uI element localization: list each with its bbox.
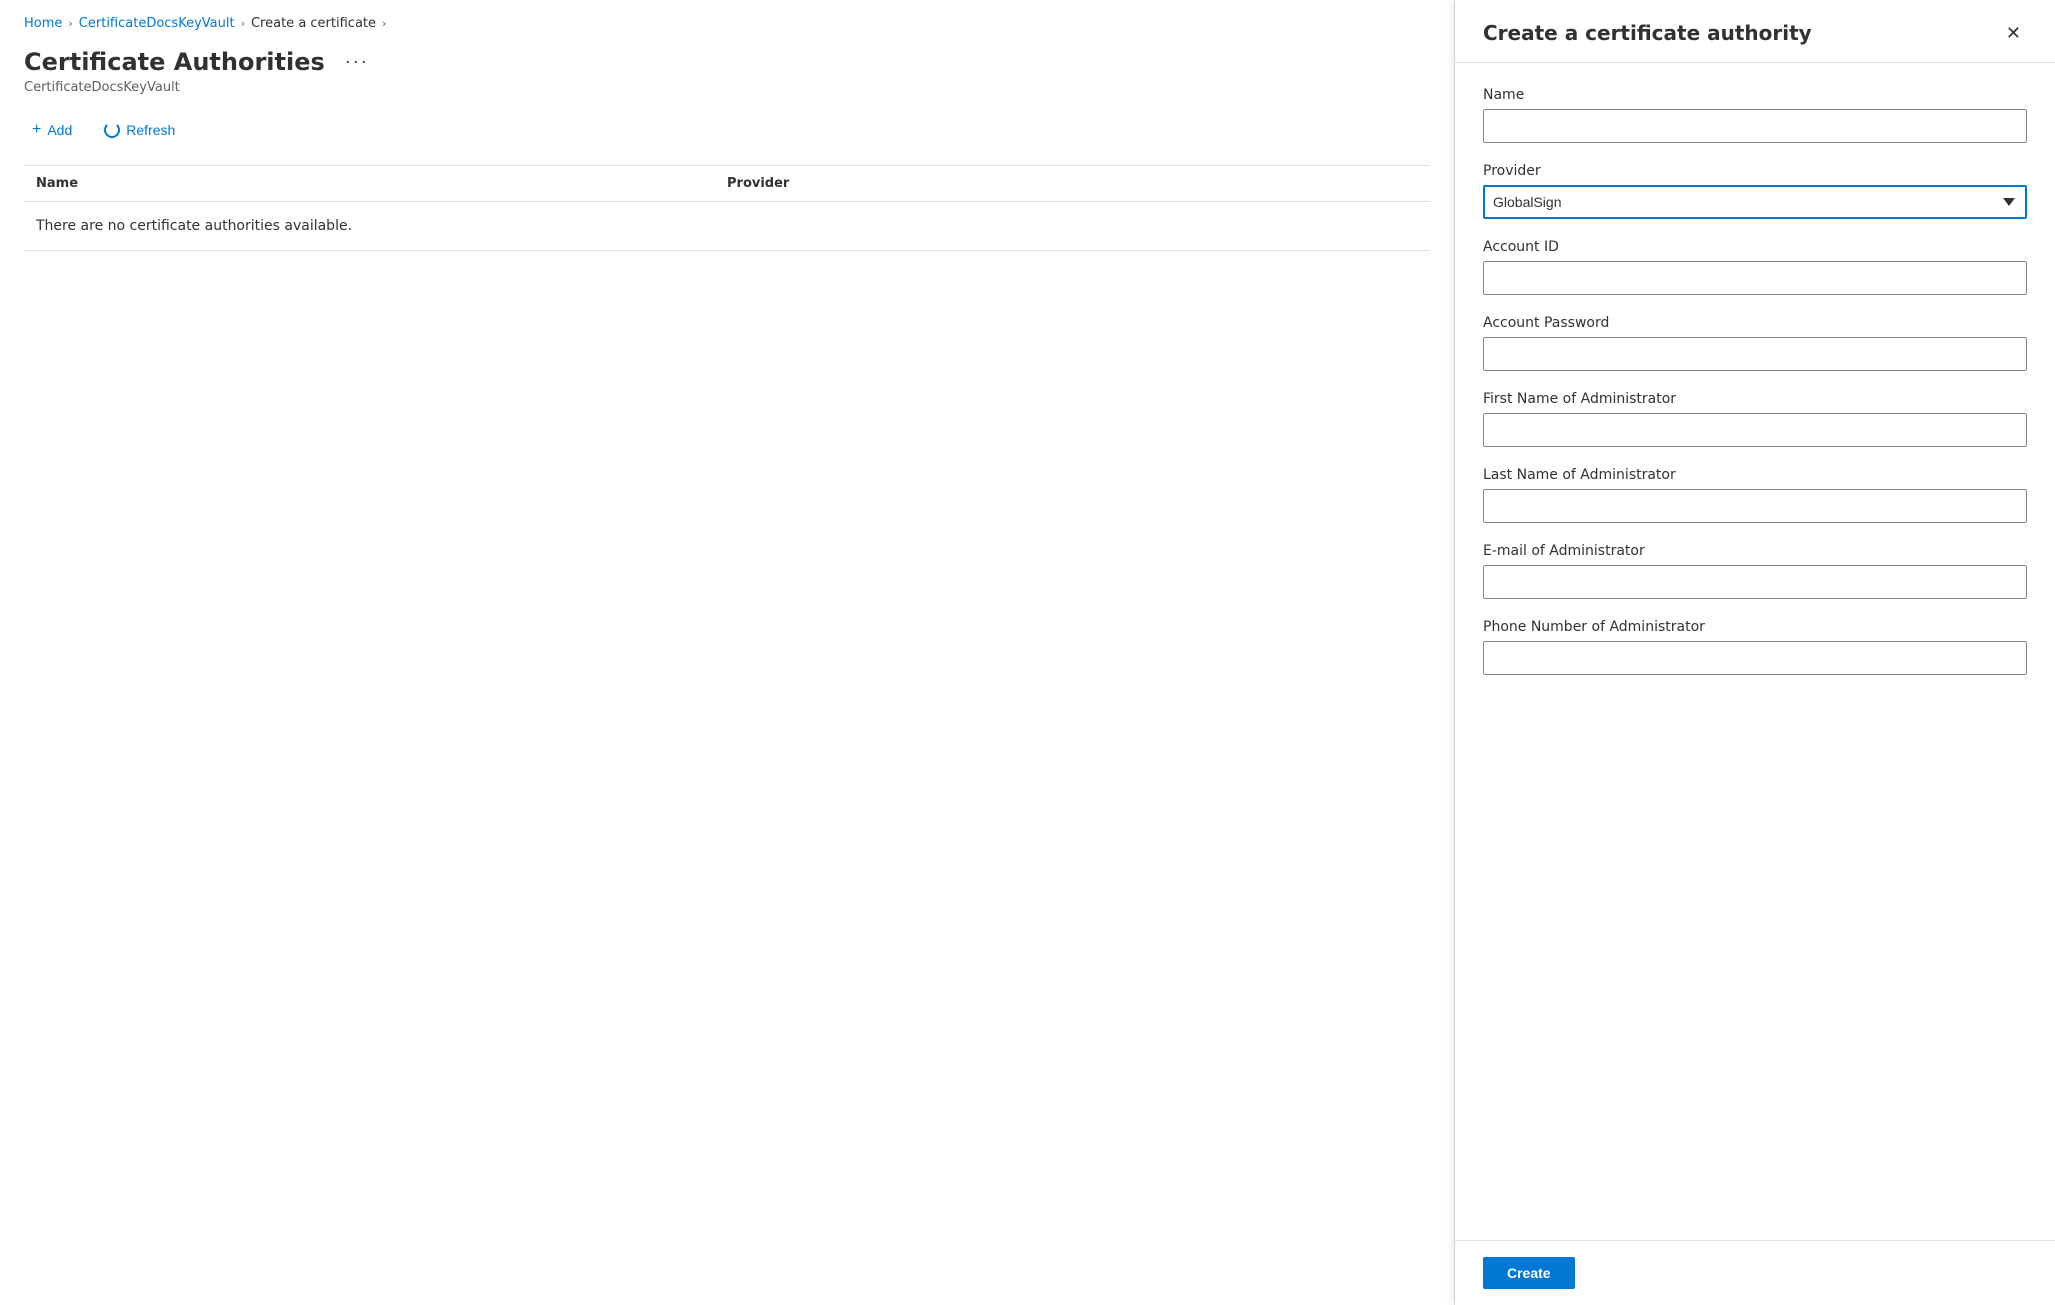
more-options-button[interactable]: ···: [337, 47, 377, 76]
account-password-label: Account Password: [1483, 315, 2027, 331]
name-input[interactable]: [1483, 109, 2027, 143]
add-label: Add: [47, 122, 72, 138]
table-empty-message: There are no certificate authorities ava…: [24, 202, 1430, 251]
page-header: Certificate Authorities ···: [24, 47, 1430, 76]
email-label: E-mail of Administrator: [1483, 543, 2027, 559]
account-id-input[interactable]: [1483, 261, 2027, 295]
page-subtitle: CertificateDocsKeyVault: [24, 80, 1430, 95]
name-label: Name: [1483, 87, 2027, 103]
close-button[interactable]: ✕: [2000, 20, 2027, 46]
column-name: Name: [36, 176, 727, 191]
phone-input[interactable]: [1483, 641, 2027, 675]
refresh-button[interactable]: Refresh: [96, 116, 183, 144]
provider-group: Provider GlobalSign DigiCert: [1483, 163, 2027, 219]
add-button[interactable]: + Add: [24, 115, 80, 145]
first-name-label: First Name of Administrator: [1483, 391, 2027, 407]
side-panel-header: Create a certificate authority ✕: [1455, 0, 2055, 63]
name-group: Name: [1483, 87, 2027, 143]
phone-group: Phone Number of Administrator: [1483, 619, 2027, 675]
breadcrumb-current: Create a certificate: [251, 16, 376, 31]
last-name-group: Last Name of Administrator: [1483, 467, 2027, 523]
provider-select[interactable]: GlobalSign DigiCert: [1483, 185, 2027, 219]
page-title: Certificate Authorities: [24, 48, 325, 76]
email-group: E-mail of Administrator: [1483, 543, 2027, 599]
breadcrumb: Home › CertificateDocsKeyVault › Create …: [24, 16, 1430, 31]
provider-label: Provider: [1483, 163, 2027, 179]
toolbar: + Add Refresh: [24, 115, 1430, 145]
account-password-group: Account Password: [1483, 315, 2027, 371]
first-name-input[interactable]: [1483, 413, 2027, 447]
refresh-icon: [104, 122, 120, 138]
last-name-label: Last Name of Administrator: [1483, 467, 2027, 483]
create-button[interactable]: Create: [1483, 1257, 1575, 1289]
plus-icon: +: [32, 121, 41, 139]
table-header: Name Provider: [24, 166, 1430, 202]
refresh-label: Refresh: [126, 122, 175, 138]
account-id-group: Account ID: [1483, 239, 2027, 295]
table-container: Name Provider There are no certificate a…: [24, 165, 1430, 251]
side-panel-footer: Create: [1455, 1240, 2055, 1305]
breadcrumb-chevron-1: ›: [68, 17, 72, 30]
last-name-input[interactable]: [1483, 489, 2027, 523]
account-password-input[interactable]: [1483, 337, 2027, 371]
side-panel-body: Name Provider GlobalSign DigiCert Accoun…: [1455, 63, 2055, 1240]
column-provider: Provider: [727, 176, 1418, 191]
main-panel: Home › CertificateDocsKeyVault › Create …: [0, 0, 1455, 1305]
email-input[interactable]: [1483, 565, 2027, 599]
breadcrumb-chevron-3: ›: [382, 17, 386, 30]
breadcrumb-keyvault[interactable]: CertificateDocsKeyVault: [79, 16, 235, 31]
phone-label: Phone Number of Administrator: [1483, 619, 2027, 635]
breadcrumb-home[interactable]: Home: [24, 16, 62, 31]
side-panel-title: Create a certificate authority: [1483, 21, 1812, 45]
side-panel: Create a certificate authority ✕ Name Pr…: [1455, 0, 2055, 1305]
breadcrumb-chevron-2: ›: [241, 17, 245, 30]
account-id-label: Account ID: [1483, 239, 2027, 255]
first-name-group: First Name of Administrator: [1483, 391, 2027, 447]
